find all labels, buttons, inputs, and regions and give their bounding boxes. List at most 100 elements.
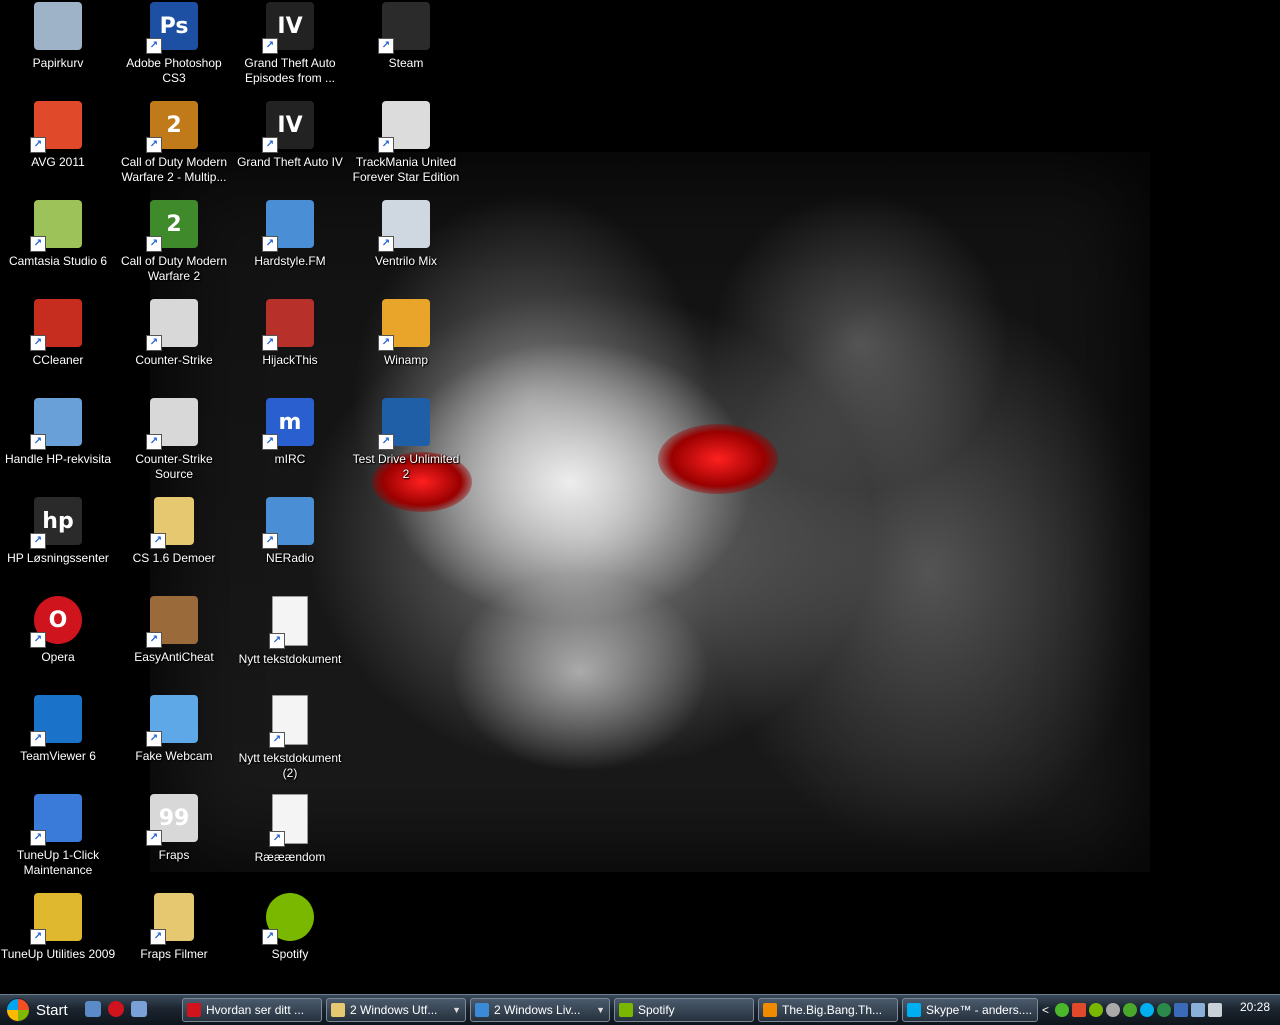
desktop-icon-label: CCleaner (32, 353, 84, 367)
desktop-icon[interactable]: ↗ Camtasia Studio 6 (0, 200, 116, 269)
taskbar-button[interactable]: Spotify (614, 998, 754, 1022)
counter-strike-source-icon: ↗ (146, 398, 198, 450)
desktop-icon[interactable]: hp ↗ HP Løsningssenter (0, 497, 116, 566)
desktop-icon-label: NERadio (265, 551, 315, 565)
network-tray-icon[interactable] (1191, 1003, 1205, 1017)
taskbar-button[interactable]: The.Big.Bang.Th... (758, 998, 898, 1022)
desktop-icon[interactable]: ↗ Ventrilo Mix (348, 200, 464, 269)
shortcut-arrow-icon: ↗ (262, 137, 278, 153)
switch-windows-icon[interactable] (131, 1001, 147, 1017)
folder-icon: ↗ (150, 497, 194, 549)
start-button[interactable]: Start (0, 996, 76, 1024)
desktop-icon-label: Counter-Strike (135, 353, 213, 367)
shortcut-arrow-icon: ↗ (262, 533, 278, 549)
taskbar-button[interactable]: 2 Windows Utf... ▼ (326, 998, 466, 1022)
desktop-icon[interactable]: ↗ Handle HP-rekvisita (0, 398, 116, 467)
show-desktop-icon[interactable] (85, 1001, 101, 1017)
desktop-icon[interactable]: 2 ↗ Call of Duty Modern Warfare 2 - Multip… (116, 101, 232, 185)
shortcut-arrow-icon: ↗ (30, 830, 46, 846)
group-dropdown-icon[interactable]: ▼ (596, 1005, 605, 1015)
skype-tray-icon[interactable] (1140, 1003, 1154, 1017)
user-tray-icon[interactable] (1157, 1003, 1171, 1017)
desktop-icon[interactable]: ↗ Fraps Filmer (116, 893, 232, 962)
taskbar-button-label: Hvordan ser ditt ... (206, 1003, 305, 1017)
desktop-icon[interactable]: ↗ Hardstyle.FM (232, 200, 348, 269)
shortcut-arrow-icon: ↗ (378, 335, 394, 351)
avg-tray-icon[interactable] (1072, 1003, 1086, 1017)
winamp-playlist-icon: ↗ (262, 497, 314, 549)
tray-chevron[interactable]: < (1042, 1003, 1052, 1017)
desktop-icon-label: Adobe Photoshop CS3 (126, 56, 222, 85)
windows-live-icon (475, 1003, 489, 1017)
opera-quicklaunch-icon[interactable] (108, 1001, 124, 1017)
desktop-icon[interactable]: Papirkurv (0, 2, 116, 71)
desktop-icon[interactable]: ↗ Spotify (232, 893, 348, 962)
windows-logo-icon (6, 998, 30, 1022)
text-document-icon: ↗ (269, 794, 308, 847)
desktop-icon-label: HijackThis (262, 353, 318, 367)
ventrilo-icon: ↗ (378, 200, 430, 252)
shortcut-arrow-icon: ↗ (150, 929, 166, 945)
desktop-icon[interactable]: Ps ↗ Adobe Photoshop CS3 (116, 2, 232, 86)
shortcut-arrow-icon: ↗ (30, 137, 46, 153)
desktop-icon-label: Fake Webcam (135, 749, 213, 763)
security-icon[interactable] (1055, 1003, 1069, 1017)
desktop-icon[interactable]: ↗ AVG 2011 (0, 101, 116, 170)
avg-icon: ↗ (30, 101, 82, 153)
desktop-icon[interactable]: 2 ↗ Call of Duty Modern Warfare 2 (116, 200, 232, 284)
taskbar: Start Hvordan ser ditt ... 2 Windows Utf.… (0, 994, 1280, 1025)
taskbar-button[interactable]: Skype™ - anders.... (902, 998, 1038, 1022)
taskbar-button[interactable]: 2 Windows Liv... ▼ (470, 998, 610, 1022)
shortcut-arrow-icon: ↗ (262, 236, 278, 252)
desktop-icon[interactable]: ↗ Counter-Strike (116, 299, 232, 368)
taskbar-button-label: Spotify (638, 1003, 675, 1017)
device-tray-icon[interactable] (1174, 1003, 1188, 1017)
photoshop-icon: Ps ↗ (146, 2, 198, 54)
icon-glyph: m (278, 409, 302, 435)
clock[interactable]: 20:28 (1240, 1000, 1270, 1014)
desktop-icon-label: TrackMania United Forever Star Edition (352, 155, 460, 184)
desktop-icon[interactable]: ↗ Counter-Strike Source (116, 398, 232, 482)
shortcut-arrow-icon: ↗ (146, 830, 162, 846)
desktop-icon[interactable]: ↗ Nytt tekstdokument (2) (232, 695, 348, 781)
shortcut-arrow-icon: ↗ (30, 236, 46, 252)
steam-tray-icon[interactable] (1106, 1003, 1120, 1017)
desktop-icon[interactable]: ↗ NERadio (232, 497, 348, 566)
desktop-icon[interactable]: O ↗ Opera (0, 596, 116, 665)
desktop-icon-label: TuneUp 1-Click Maintenance (16, 848, 100, 877)
desktop-icon[interactable]: ↗ Test Drive Unlimited 2 (348, 398, 464, 482)
desktop-icon-label: Hardstyle.FM (254, 254, 326, 268)
desktop-icon-label: Papirkurv (32, 56, 84, 70)
desktop-icon[interactable]: ↗ TrackMania United Forever Star Edition (348, 101, 464, 185)
desktop-icon[interactable]: ↗ TeamViewer 6 (0, 695, 116, 764)
desktop-icon-label: Opera (41, 650, 75, 664)
desktop-icon[interactable]: ↗ Winamp (348, 299, 464, 368)
desktop-icon[interactable]: 99 ↗ Fraps (116, 794, 232, 863)
desktop-icon[interactable]: IV ↗ Grand Theft Auto Episodes from ... (232, 2, 348, 86)
desktop-icon[interactable]: ↗ Rææændom (232, 794, 348, 865)
volume-tray-icon[interactable] (1208, 1003, 1222, 1017)
shortcut-arrow-icon: ↗ (146, 236, 162, 252)
desktop-icon[interactable]: ↗ TuneUp Utilities 2009 (0, 893, 116, 962)
desktop-icon-label: Call of Duty Modern Warfare 2 (120, 254, 228, 283)
desktop-icon[interactable]: ↗ Steam (348, 2, 464, 71)
desktop-icon[interactable]: ↗ Fake Webcam (116, 695, 232, 764)
right-eye (658, 424, 778, 494)
desktop-icon[interactable]: ↗ EasyAntiCheat (116, 596, 232, 665)
fraps-icon: 99 ↗ (146, 794, 198, 846)
shortcut-arrow-icon: ↗ (146, 632, 162, 648)
group-dropdown-icon[interactable]: ▼ (452, 1005, 461, 1015)
ccleaner-icon: ↗ (30, 299, 82, 351)
desktop-icon[interactable]: ↗ CS 1.6 Demoer (116, 497, 232, 566)
desktop-icon[interactable]: ↗ Nytt tekstdokument (232, 596, 348, 667)
taskbar-button[interactable]: Hvordan ser ditt ... (182, 998, 322, 1022)
desktop-icon-label: CS 1.6 Demoer (132, 551, 216, 565)
desktop-icon[interactable]: m ↗ mIRC (232, 398, 348, 467)
desktop-icon-label: Camtasia Studio 6 (8, 254, 108, 268)
desktop-icon[interactable]: ↗ TuneUp 1-Click Maintenance (0, 794, 116, 878)
spotify-tray-icon[interactable] (1089, 1003, 1103, 1017)
utorrent-tray-icon[interactable] (1123, 1003, 1137, 1017)
desktop-icon[interactable]: ↗ HijackThis (232, 299, 348, 368)
desktop-icon[interactable]: IV ↗ Grand Theft Auto IV (232, 101, 348, 170)
desktop-icon[interactable]: ↗ CCleaner (0, 299, 116, 368)
